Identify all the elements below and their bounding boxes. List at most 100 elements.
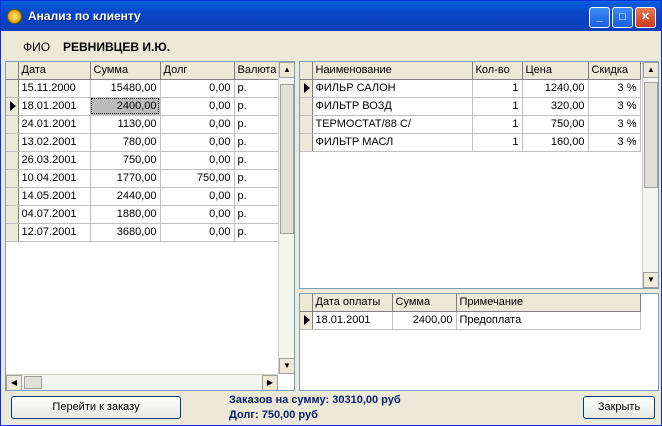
minimize-button[interactable]: _ xyxy=(589,7,610,28)
orders-column-header[interactable]: Дата xyxy=(18,62,91,80)
payments-column-header[interactable]: Примечание xyxy=(456,294,641,312)
orders-cell[interactable]: р. xyxy=(234,151,279,170)
items-cell[interactable]: 3 % xyxy=(588,97,641,116)
orders-column-header[interactable]: Валюта xyxy=(234,62,279,80)
orders-cell[interactable]: 14.05.2001 xyxy=(18,187,91,206)
orders-cell[interactable]: р. xyxy=(234,169,279,188)
items-row[interactable]: ФИЛЬТР ВОЗД 1 320,00 3 % xyxy=(300,97,641,116)
row-indicator[interactable] xyxy=(6,151,19,170)
order-items-grid[interactable]: Наименование Кол-во Цена Скидка ФИЛЬР САЛОН… xyxy=(299,61,659,289)
items-row[interactable]: ФИЛЬТР МАСЛ 1 160,00 3 % xyxy=(300,133,641,152)
items-cell[interactable]: 1 xyxy=(472,97,523,116)
orders-row[interactable]: 18.01.2001 2400,00 0,00 р. xyxy=(6,97,279,116)
orders-cell[interactable]: 26.03.2001 xyxy=(18,151,91,170)
title-bar[interactable]: Анализ по клиенту _ □ ✕ xyxy=(1,1,661,31)
orders-cell[interactable]: 1770,00 xyxy=(90,169,161,188)
items-cell[interactable]: 1 xyxy=(472,115,523,134)
items-vertical-scrollbar[interactable]: ▲ ▼ xyxy=(642,62,658,288)
goto-order-button[interactable]: Перейти к заказу xyxy=(11,396,181,419)
orders-cell[interactable]: 2440,00 xyxy=(90,187,161,206)
orders-grid[interactable]: Дата Сумма Долг Валюта 15.11.2000 15480,00 0,… xyxy=(5,61,295,391)
orders-cell[interactable]: р. xyxy=(234,205,279,224)
orders-cell[interactable]: р. xyxy=(234,223,279,242)
orders-cell[interactable]: 0,00 xyxy=(160,97,235,116)
row-indicator[interactable] xyxy=(300,97,313,116)
payments-column-header[interactable]: Сумма xyxy=(392,294,457,312)
row-indicator[interactable] xyxy=(300,133,313,152)
items-cell[interactable]: 1 xyxy=(472,133,523,152)
row-indicator[interactable] xyxy=(6,169,19,188)
items-row[interactable]: ТЕРМОСТАТ/88 С/1 750,00 3 % xyxy=(300,115,641,134)
row-indicator[interactable] xyxy=(300,115,313,134)
scroll-right-button[interactable]: ▶ xyxy=(262,375,278,390)
orders-cell[interactable]: 0,00 xyxy=(160,133,235,152)
items-cell[interactable]: 1240,00 xyxy=(522,79,589,98)
items-cell[interactable]: ФИЛЬТР МАСЛ xyxy=(312,133,473,152)
orders-cell[interactable]: 1880,00 xyxy=(90,205,161,224)
orders-cell[interactable]: 04.07.2001 xyxy=(18,205,91,224)
orders-column-header[interactable]: Сумма xyxy=(90,62,161,80)
items-cell[interactable]: 1 xyxy=(472,79,523,98)
close-button[interactable]: Закрыть xyxy=(583,396,655,419)
items-cell[interactable]: ФИЛЬТР ВОЗД xyxy=(312,97,473,116)
orders-cell[interactable]: 15480,00 xyxy=(90,79,161,98)
scroll-thumb[interactable] xyxy=(644,82,658,188)
items-cell[interactable]: 750,00 xyxy=(522,115,589,134)
orders-row[interactable]: 10.04.2001 1770,00 750,00 р. xyxy=(6,169,279,188)
row-indicator[interactable] xyxy=(6,187,19,206)
orders-column-header[interactable]: Долг xyxy=(160,62,235,80)
orders-row[interactable]: 15.11.2000 15480,00 0,00 р. xyxy=(6,79,279,98)
orders-cell[interactable]: 750,00 xyxy=(160,169,235,188)
orders-row[interactable]: 04.07.2001 1880,00 0,00 р. xyxy=(6,205,279,224)
items-cell[interactable]: ФИЛЬР САЛОН xyxy=(312,79,473,98)
orders-cell[interactable]: 0,00 xyxy=(160,151,235,170)
orders-horizontal-scrollbar[interactable]: ◀ ▶ xyxy=(6,374,278,390)
row-indicator[interactable] xyxy=(300,79,313,98)
scroll-up-button[interactable]: ▲ xyxy=(279,62,294,78)
orders-cell[interactable]: р. xyxy=(234,79,279,98)
orders-cell[interactable]: 0,00 xyxy=(160,187,235,206)
orders-cell[interactable]: 0,00 xyxy=(160,79,235,98)
orders-cell[interactable]: 750,00 xyxy=(90,151,161,170)
orders-row[interactable]: 14.05.2001 2440,00 0,00 р. xyxy=(6,187,279,206)
items-column-header[interactable]: Цена xyxy=(522,62,589,80)
orders-cell[interactable]: 780,00 xyxy=(90,133,161,152)
items-cell[interactable]: 3 % xyxy=(588,133,641,152)
orders-cell[interactable]: р. xyxy=(234,187,279,206)
payments-cell[interactable]: 2400,00 xyxy=(392,311,457,330)
orders-row[interactable]: 24.01.2001 1130,00 0,00 р. xyxy=(6,115,279,134)
orders-cell[interactable]: 0,00 xyxy=(160,115,235,134)
items-column-header[interactable]: Наименование xyxy=(312,62,473,80)
items-column-header[interactable]: Скидка xyxy=(588,62,641,80)
items-cell[interactable]: ТЕРМОСТАТ/88 С/ xyxy=(312,115,473,134)
orders-cell[interactable]: р. xyxy=(234,97,279,116)
row-indicator[interactable] xyxy=(6,205,19,224)
items-column-header[interactable]: Кол-во xyxy=(472,62,523,80)
row-indicator[interactable] xyxy=(6,97,19,116)
orders-cell[interactable]: 3680,00 xyxy=(90,223,161,242)
items-cell[interactable]: 320,00 xyxy=(522,97,589,116)
orders-row[interactable]: 13.02.2001 780,00 0,00 р. xyxy=(6,133,279,152)
payments-cell[interactable]: Предоплата xyxy=(456,311,641,330)
payments-grid[interactable]: Дата оплаты Сумма Примечание 18.01.2001 240… xyxy=(299,293,659,391)
items-row[interactable]: ФИЛЬР САЛОН 1 1240,00 3 % xyxy=(300,79,641,98)
orders-cell[interactable]: 10.04.2001 xyxy=(18,169,91,188)
items-cell[interactable]: 3 % xyxy=(588,79,641,98)
scroll-left-button[interactable]: ◀ xyxy=(6,375,22,390)
payments-cell[interactable]: 18.01.2001 xyxy=(312,311,393,330)
maximize-button[interactable]: □ xyxy=(612,7,633,28)
orders-cell[interactable]: 12.07.2001 xyxy=(18,223,91,242)
scroll-up-button[interactable]: ▲ xyxy=(643,62,658,78)
items-cell[interactable]: 160,00 xyxy=(522,133,589,152)
row-indicator[interactable] xyxy=(6,79,19,98)
orders-cell[interactable]: 0,00 xyxy=(160,205,235,224)
orders-cell[interactable]: 15.11.2000 xyxy=(18,79,91,98)
orders-cell[interactable]: 2400,00 xyxy=(90,97,161,116)
orders-row[interactable]: 26.03.2001 750,00 0,00 р. xyxy=(6,151,279,170)
orders-cell[interactable]: 18.01.2001 xyxy=(18,97,91,116)
orders-cell[interactable]: 24.01.2001 xyxy=(18,115,91,134)
row-indicator[interactable] xyxy=(300,311,313,330)
orders-cell[interactable]: 0,00 xyxy=(160,223,235,242)
orders-cell[interactable]: р. xyxy=(234,115,279,134)
orders-cell[interactable]: 1130,00 xyxy=(90,115,161,134)
